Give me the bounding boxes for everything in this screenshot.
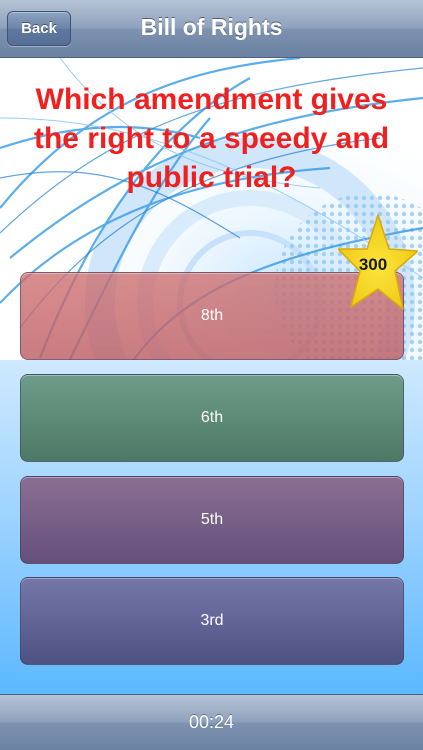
answer-option-2[interactable]: 6th xyxy=(20,374,404,462)
question-text: Which amendment gives the right to a spe… xyxy=(33,83,390,194)
timer: 00:24 xyxy=(188,712,235,732)
points-value: 300 xyxy=(358,255,388,274)
back-button[interactable]: Back xyxy=(7,11,71,46)
answer-option-3[interactable]: 5th xyxy=(20,476,404,564)
bottom-toolbar: 00:24 xyxy=(0,694,423,750)
answer-option-4[interactable]: 3rd xyxy=(20,577,404,665)
page-title: Bill of Rights xyxy=(140,14,283,40)
navigation-bar: Back Bill of Rights xyxy=(0,0,423,58)
